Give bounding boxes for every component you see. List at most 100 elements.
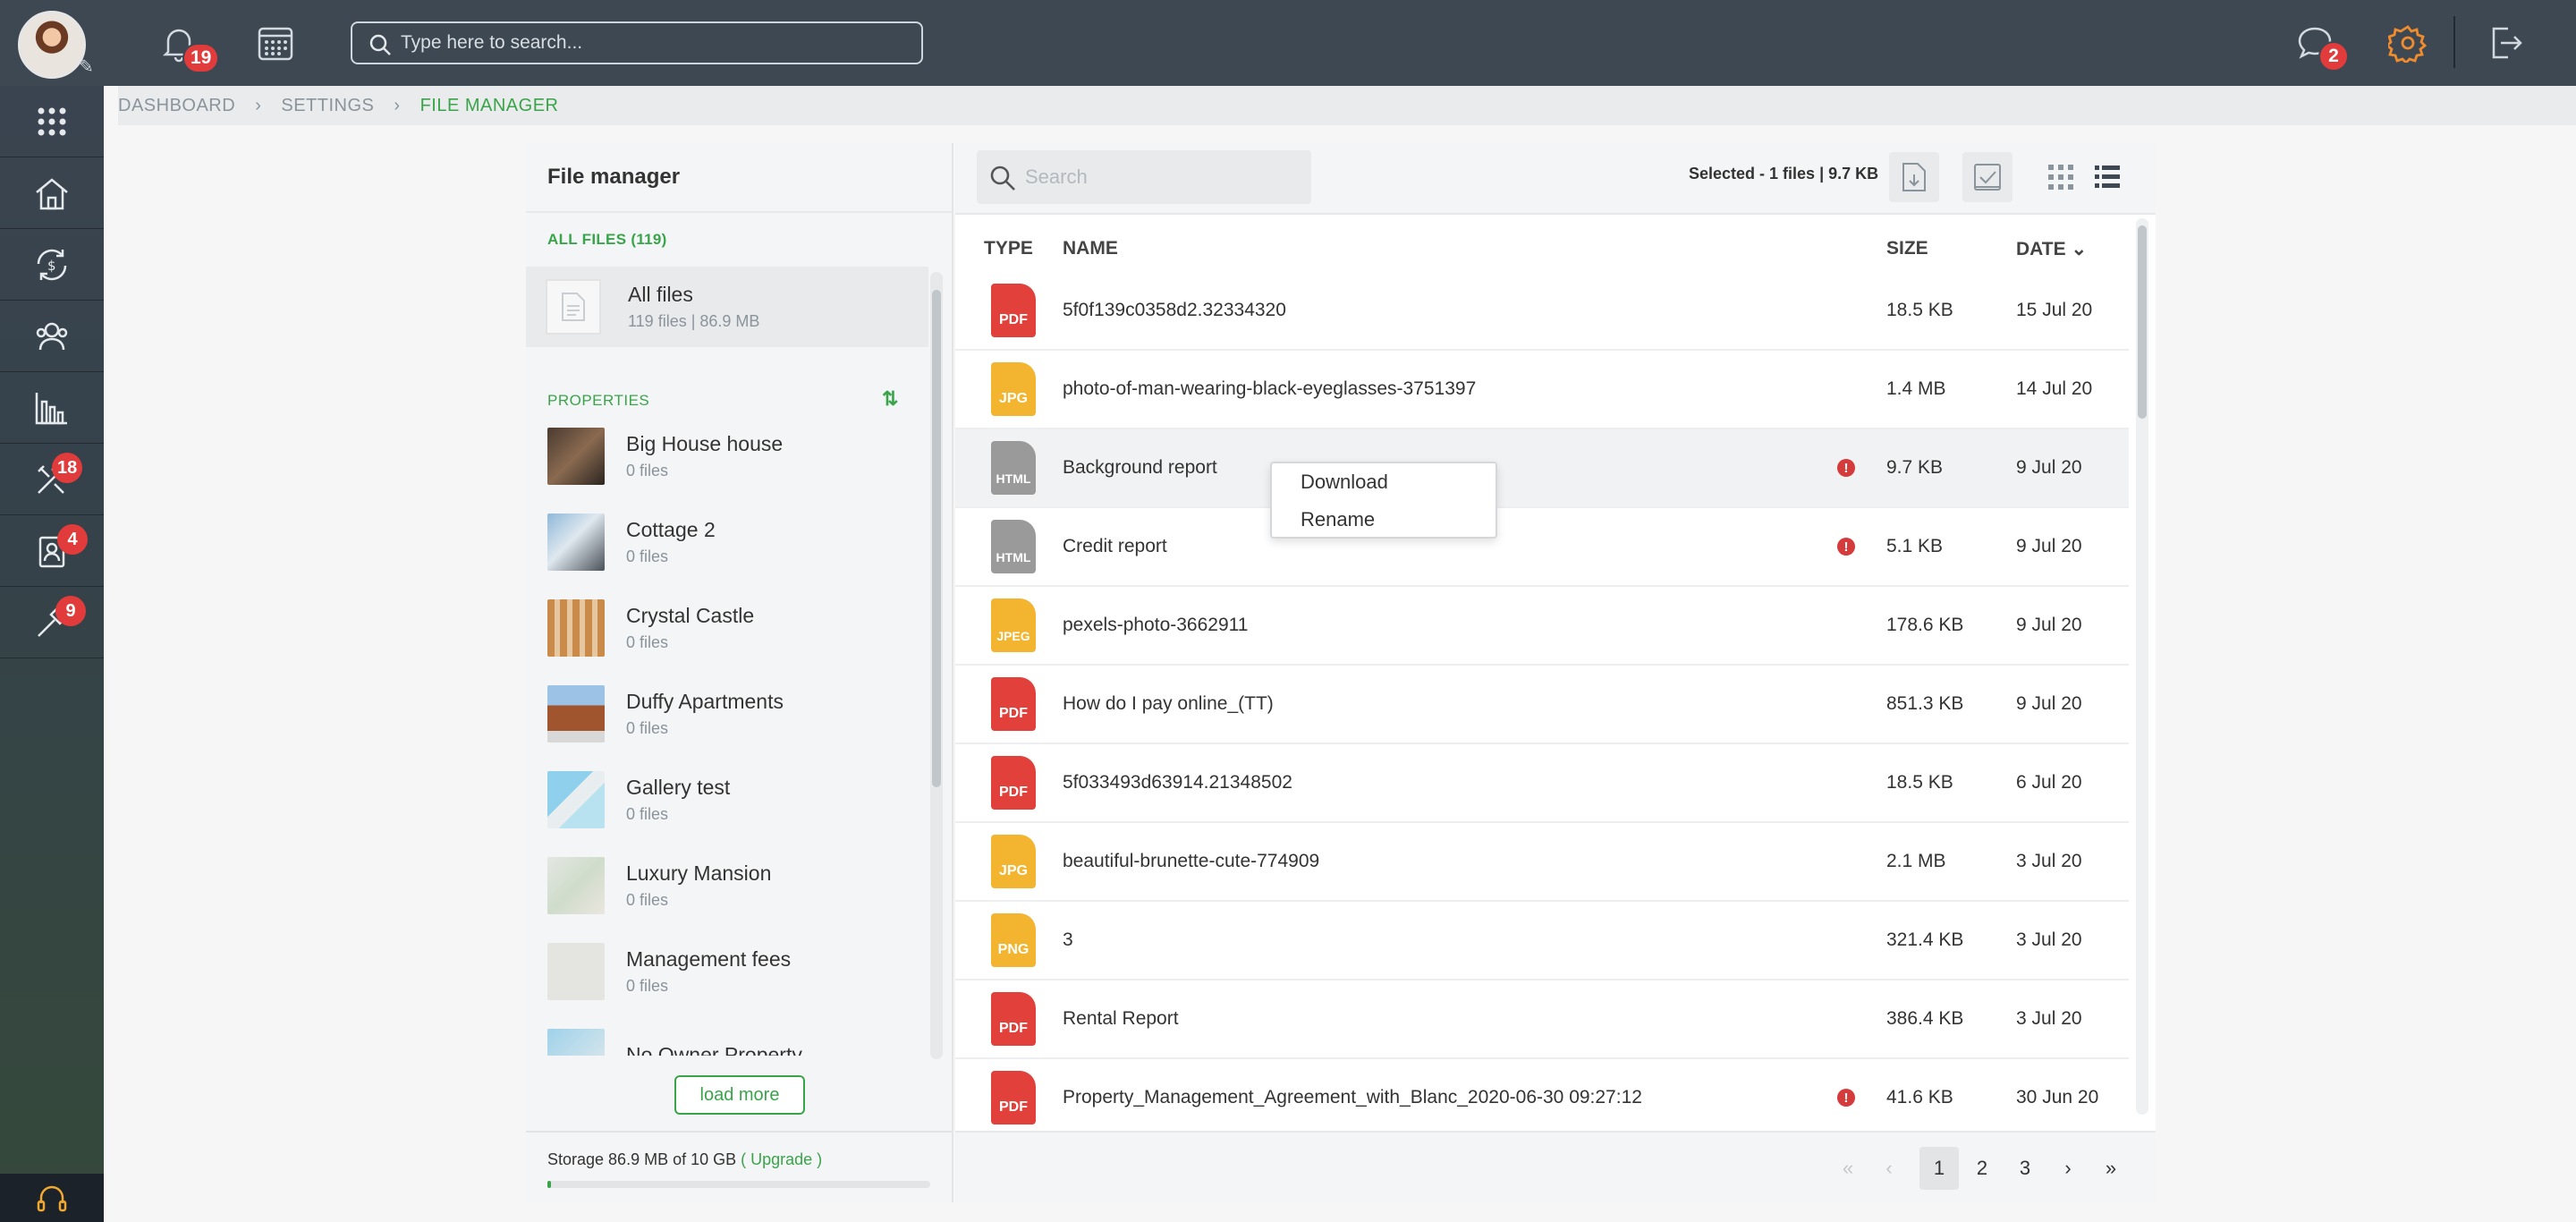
column-date-label: DATE (2016, 239, 2066, 259)
property-thumbnail (547, 599, 605, 657)
file-name[interactable]: beautiful-brunette-cute-774909 (1063, 851, 1319, 872)
all-files-summary: 119 files | 86.9 MB (628, 312, 760, 330)
file-date: 3 Jul 20 (2016, 929, 2082, 950)
file-name[interactable]: 5f033493d63914.21348502 (1063, 772, 1292, 793)
property-thumbnail (547, 943, 605, 1000)
first-page-button[interactable]: « (1828, 1147, 1868, 1190)
breadcrumb-dashboard[interactable]: DASHBOARD (118, 96, 235, 116)
breadcrumb-settings[interactable]: SETTINGS (281, 96, 374, 116)
file-row[interactable]: PDF How do I pay online_(TT) 851.3 KB 9 Jul… (955, 666, 2129, 744)
property-item[interactable]: Management fees 0 files (547, 943, 791, 1000)
property-item[interactable]: No Owner Property (547, 1029, 802, 1056)
selection-info: Selected - 1 files | 9.7 KB (1689, 165, 1879, 182)
sidebar-item-tools[interactable]: 18 (0, 444, 104, 515)
property-file-count: 0 files (626, 633, 669, 651)
file-name[interactable]: Property_Management_Agreement_with_Blanc… (1063, 1087, 1642, 1108)
pin-icon[interactable]: ✎ (79, 55, 94, 78)
context-download[interactable]: Download (1301, 471, 1388, 494)
properties-scrollbar[interactable] (930, 272, 943, 1059)
all-files-item[interactable]: All files 119 files | 86.9 MB (526, 267, 928, 347)
calendar-icon[interactable] (252, 20, 299, 66)
property-item[interactable]: Cottage 2 0 files (547, 513, 716, 571)
column-type[interactable]: TYPE (984, 238, 1033, 259)
file-row[interactable]: HTML Credit report! 5.1 KB 9 Jul 20 (955, 508, 2129, 587)
file-row[interactable]: PDF Property_Management_Agreement_with_Bl… (955, 1059, 2129, 1138)
logout-icon[interactable] (2481, 20, 2528, 66)
page-1-button[interactable]: 1 (1919, 1147, 1959, 1190)
property-item[interactable]: Luxury Mansion 0 files (547, 857, 771, 914)
file-row[interactable]: JPEG pexels-photo-3662911 178.6 KB 9 Jul 20 (955, 587, 2129, 666)
last-page-button[interactable]: » (2091, 1147, 2131, 1190)
file-row[interactable]: PDF Rental Report 386.4 KB 3 Jul 20 (955, 980, 2129, 1059)
file-row[interactable]: JPG beautiful-brunette-cute-774909 2.1 MB 3… (955, 823, 2129, 902)
file-name[interactable]: Credit report (1063, 536, 1167, 557)
chevron-down-icon: ⌄ (2071, 239, 2088, 259)
property-item[interactable]: Big House house 0 files (547, 428, 783, 485)
png-file-icon: PNG (991, 913, 1036, 967)
sidebar-item-apps[interactable] (0, 86, 104, 157)
file-name[interactable]: 3 (1063, 929, 1073, 951)
property-item[interactable]: Crystal Castle 0 files (547, 599, 754, 657)
scrollbar-thumb[interactable] (932, 290, 941, 787)
scrollbar-thumb[interactable] (2138, 225, 2147, 419)
messages-icon[interactable]: 2 (2292, 20, 2349, 72)
list-view-button[interactable] (2082, 152, 2132, 202)
property-thumbnail (547, 685, 605, 743)
page-3-button[interactable]: 3 (2005, 1147, 2045, 1190)
next-page-button[interactable]: › (2048, 1147, 2088, 1190)
file-name[interactable]: photo-of-man-wearing-black-eyeglasses-37… (1063, 378, 1476, 400)
settings-gear-icon[interactable] (2385, 20, 2431, 66)
tools-badge: 18 (52, 453, 83, 483)
user-avatar[interactable] (18, 11, 86, 79)
sidebar-item-contacts[interactable]: 4 (0, 515, 104, 587)
column-date[interactable]: DATE ⌄ (2016, 238, 2087, 260)
sort-az-icon[interactable]: ⇅ (882, 387, 898, 411)
page-2-button[interactable]: 2 (1962, 1147, 2002, 1190)
property-thumbnail (547, 771, 605, 828)
upgrade-link[interactable]: ( Upgrade ) (741, 1150, 822, 1168)
file-date: 9 Jul 20 (2016, 457, 2082, 478)
file-name[interactable]: How do I pay online_(TT) (1063, 693, 1274, 715)
select-all-button[interactable] (1962, 152, 2012, 202)
grid-view-button[interactable] (2036, 152, 2086, 202)
download-button[interactable] (1889, 152, 1939, 202)
file-name[interactable]: Rental Report (1063, 1008, 1179, 1030)
support-button[interactable] (0, 1174, 104, 1222)
messages-badge: 2 (2318, 41, 2349, 72)
file-row[interactable]: PDF 5f0f139c0358d2.32334320 18.5 KB 15 Jul … (955, 272, 2129, 351)
file-row[interactable]: PNG 3 321.4 KB 3 Jul 20 (955, 902, 2129, 980)
topbar-divider (2453, 16, 2455, 68)
global-search-input[interactable] (401, 32, 902, 54)
load-more-button[interactable]: load more (674, 1075, 805, 1115)
global-search-field[interactable] (351, 21, 923, 64)
property-item[interactable]: Duffy Apartments 0 files (547, 685, 784, 743)
sidebar-item-properties[interactable] (0, 157, 104, 229)
file-name[interactable]: Background report (1063, 457, 1217, 479)
properties-list: Big House house 0 files Cottage 20 files … (526, 428, 928, 1056)
chevron-right-icon: › (394, 95, 401, 115)
notifications-bell-icon[interactable]: 19 (156, 20, 220, 73)
sidebar-item-people[interactable] (0, 301, 104, 372)
breadcrumb: DASHBOARD › SETTINGS › FILE MANAGER (118, 86, 2576, 125)
sidebar-item-reports[interactable] (0, 372, 104, 444)
file-date: 9 Jul 20 (2016, 693, 2082, 714)
file-row[interactable]: PDF 5f033493d63914.21348502 18.5 KB 6 Jul 2… (955, 744, 2129, 823)
column-size[interactable]: SIZE (1886, 238, 1928, 259)
warning-icon: ! (1837, 459, 1855, 477)
file-date: 14 Jul 20 (2016, 378, 2093, 399)
file-search-field[interactable] (977, 150, 1311, 204)
file-row[interactable]: JPG photo-of-man-wearing-black-eyeglasses… (955, 351, 2129, 429)
sidebar-item-finance[interactable]: $ (0, 229, 104, 301)
sidebar-item-maintenance[interactable]: 9 (0, 587, 104, 658)
prev-page-button[interactable]: ‹ (1869, 1147, 1909, 1190)
contacts-badge: 4 (57, 524, 88, 555)
column-name[interactable]: NAME (1063, 238, 1118, 259)
context-rename[interactable]: Rename (1301, 508, 1375, 531)
property-item[interactable]: Gallery test 0 files (547, 771, 730, 828)
file-name[interactable]: pexels-photo-3662911 (1063, 615, 1248, 636)
download-file-icon (1902, 163, 1926, 191)
file-search-input[interactable] (1025, 165, 1293, 189)
file-row[interactable]: HTML Background report! 9.7 KB 9 Jul 20 (955, 429, 2129, 508)
file-name[interactable]: 5f0f139c0358d2.32334320 (1063, 300, 1286, 321)
file-list-scrollbar[interactable] (2136, 218, 2148, 1115)
